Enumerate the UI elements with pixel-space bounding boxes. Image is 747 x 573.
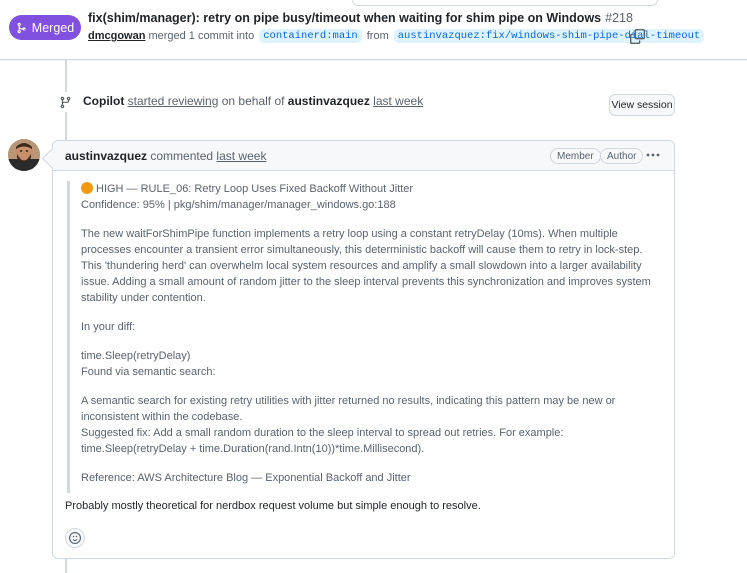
comment-author-line: austinvazquez commented last week [65,149,266,163]
quote-headline: HIGH — RULE_06: Retry Loop Uses Fixed Ba… [81,181,663,197]
smiley-icon [69,532,81,544]
quote-diff-code: time.Sleep(retryDelay) [81,350,191,362]
quote-diff-intro: In your diff: [81,321,136,333]
quote-reference: Reference: AWS Architecture Blog — Expon… [81,472,411,484]
pr-title-text[interactable]: fix(shim/manager): retry on pipe busy/ti… [88,11,601,25]
comment-box: austinvazquez commented last week Member… [52,140,675,559]
head-branch[interactable]: austinvazquez:fix/windows-shim-pipe-dial… [393,29,705,43]
avatar[interactable] [8,139,40,171]
from-text: from [366,30,389,42]
add-reaction-button[interactable] [65,528,85,548]
quote-suggested-fix: Suggested fix: Add a small random durati… [81,427,564,439]
review-action-link[interactable]: started reviewing [128,94,219,108]
severity-dot-icon [81,182,93,194]
view-session-button[interactable]: View session [609,94,675,116]
merged-state-badge: Merged [9,15,81,40]
comment-author-link[interactable]: austinvazquez [65,149,147,163]
quote-found-via: Found via semantic search: [81,366,216,378]
quote-confidence: Confidence: 95% | pkg/shim/manager/manag… [81,199,396,211]
behalf-text: on behalf of [221,94,285,108]
comment-header: austinvazquez commented last week Member… [53,141,674,171]
pr-title[interactable]: fix(shim/manager): retry on pipe busy/ti… [88,11,633,25]
merged-label: Merged [31,20,75,35]
base-branch[interactable]: containerd:main [259,29,362,43]
comment-time-link[interactable]: last week [216,149,266,163]
review-time-link[interactable]: last week [373,94,423,108]
sticky-pr-header: Merged fix(shim/manager): retry on pipe … [0,0,747,60]
dropdown-edge [352,0,658,6]
kebab-menu-icon[interactable] [645,147,661,163]
comment-closing-text: Probably mostly theoretical for nerdbox … [65,500,481,512]
git-branch-icon [56,92,74,112]
pr-merge-meta: dmcgowan merged 1 commit into containerd… [88,29,706,43]
author-badge: Author [600,148,644,164]
copy-icon[interactable] [630,29,645,44]
comment-action: commented [150,149,214,163]
review-event-text: Copilot started reviewing on behalf of a… [83,94,423,108]
pr-number: #218 [605,11,633,25]
quote-headline-text: HIGH — RULE_06: Retry Loop Uses Fixed Ba… [96,183,414,195]
quote-body: The new waitForShimPipe function impleme… [81,228,651,304]
blockquote: HIGH — RULE_06: Retry Loop Uses Fixed Ba… [67,181,663,493]
quote-search-result: A semantic search for existing retry uti… [81,395,616,423]
git-merge-icon [17,22,26,33]
merger-link[interactable]: dmcgowan [88,30,145,42]
merge-text: merged 1 commit into [148,30,255,42]
behalf-user-link[interactable]: austinvazquez [288,94,370,108]
review-actor[interactable]: Copilot [83,94,124,108]
member-badge: Member [550,148,601,164]
quote-fix-code: time.Sleep(retryDelay + time.Duration(ra… [81,443,425,455]
